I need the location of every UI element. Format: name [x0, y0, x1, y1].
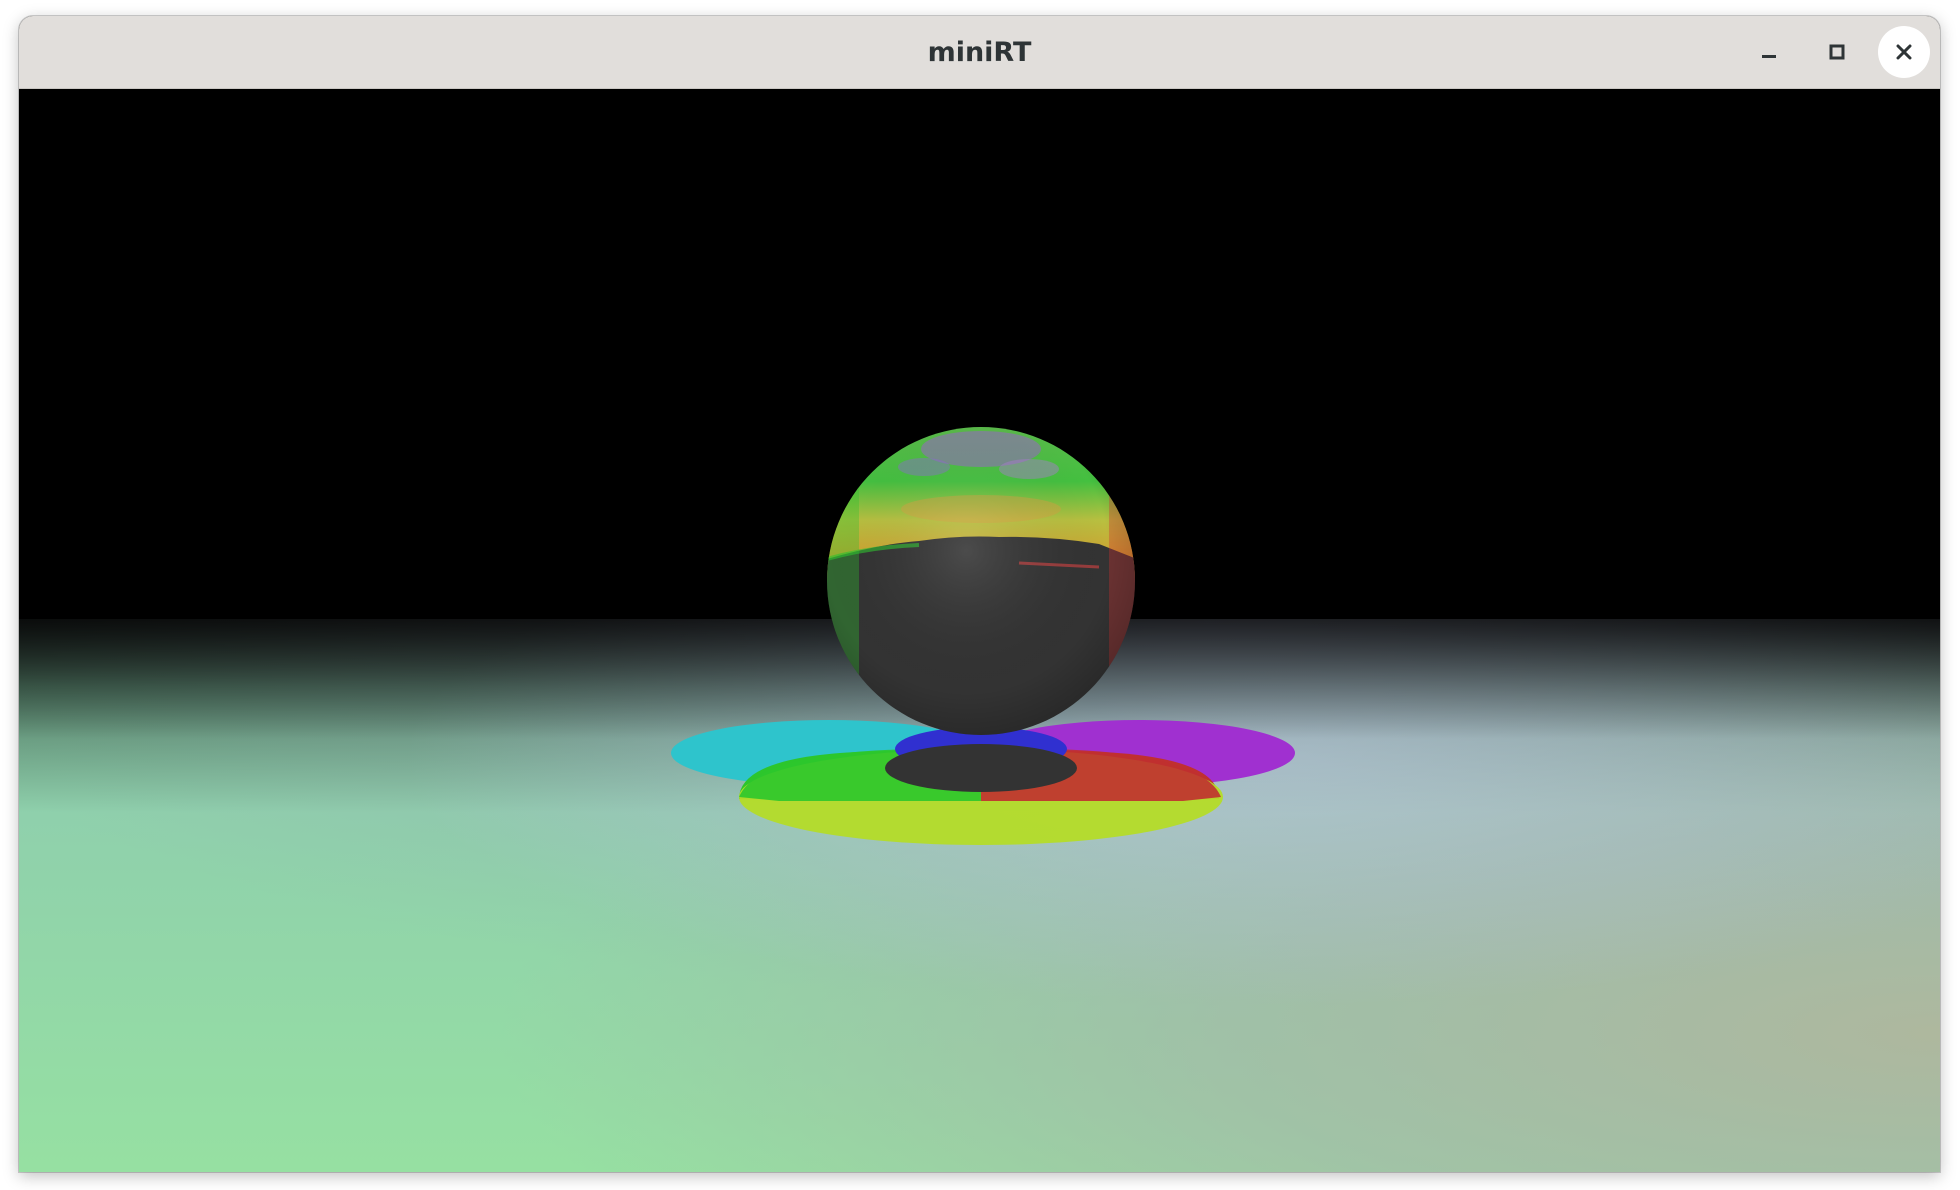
raytraced-scene — [19, 89, 1940, 1172]
maximize-icon — [1829, 44, 1845, 60]
render-canvas — [19, 89, 1940, 1172]
title-bar[interactable]: miniRT — [19, 16, 1940, 89]
maximize-button[interactable] — [1811, 26, 1863, 78]
close-icon — [1896, 44, 1912, 60]
app-window: miniRT — [19, 16, 1940, 1172]
minimize-icon — [1762, 55, 1776, 58]
close-button[interactable] — [1878, 26, 1930, 78]
window-title: miniRT — [927, 37, 1032, 68]
minimize-button[interactable] — [1743, 26, 1795, 78]
